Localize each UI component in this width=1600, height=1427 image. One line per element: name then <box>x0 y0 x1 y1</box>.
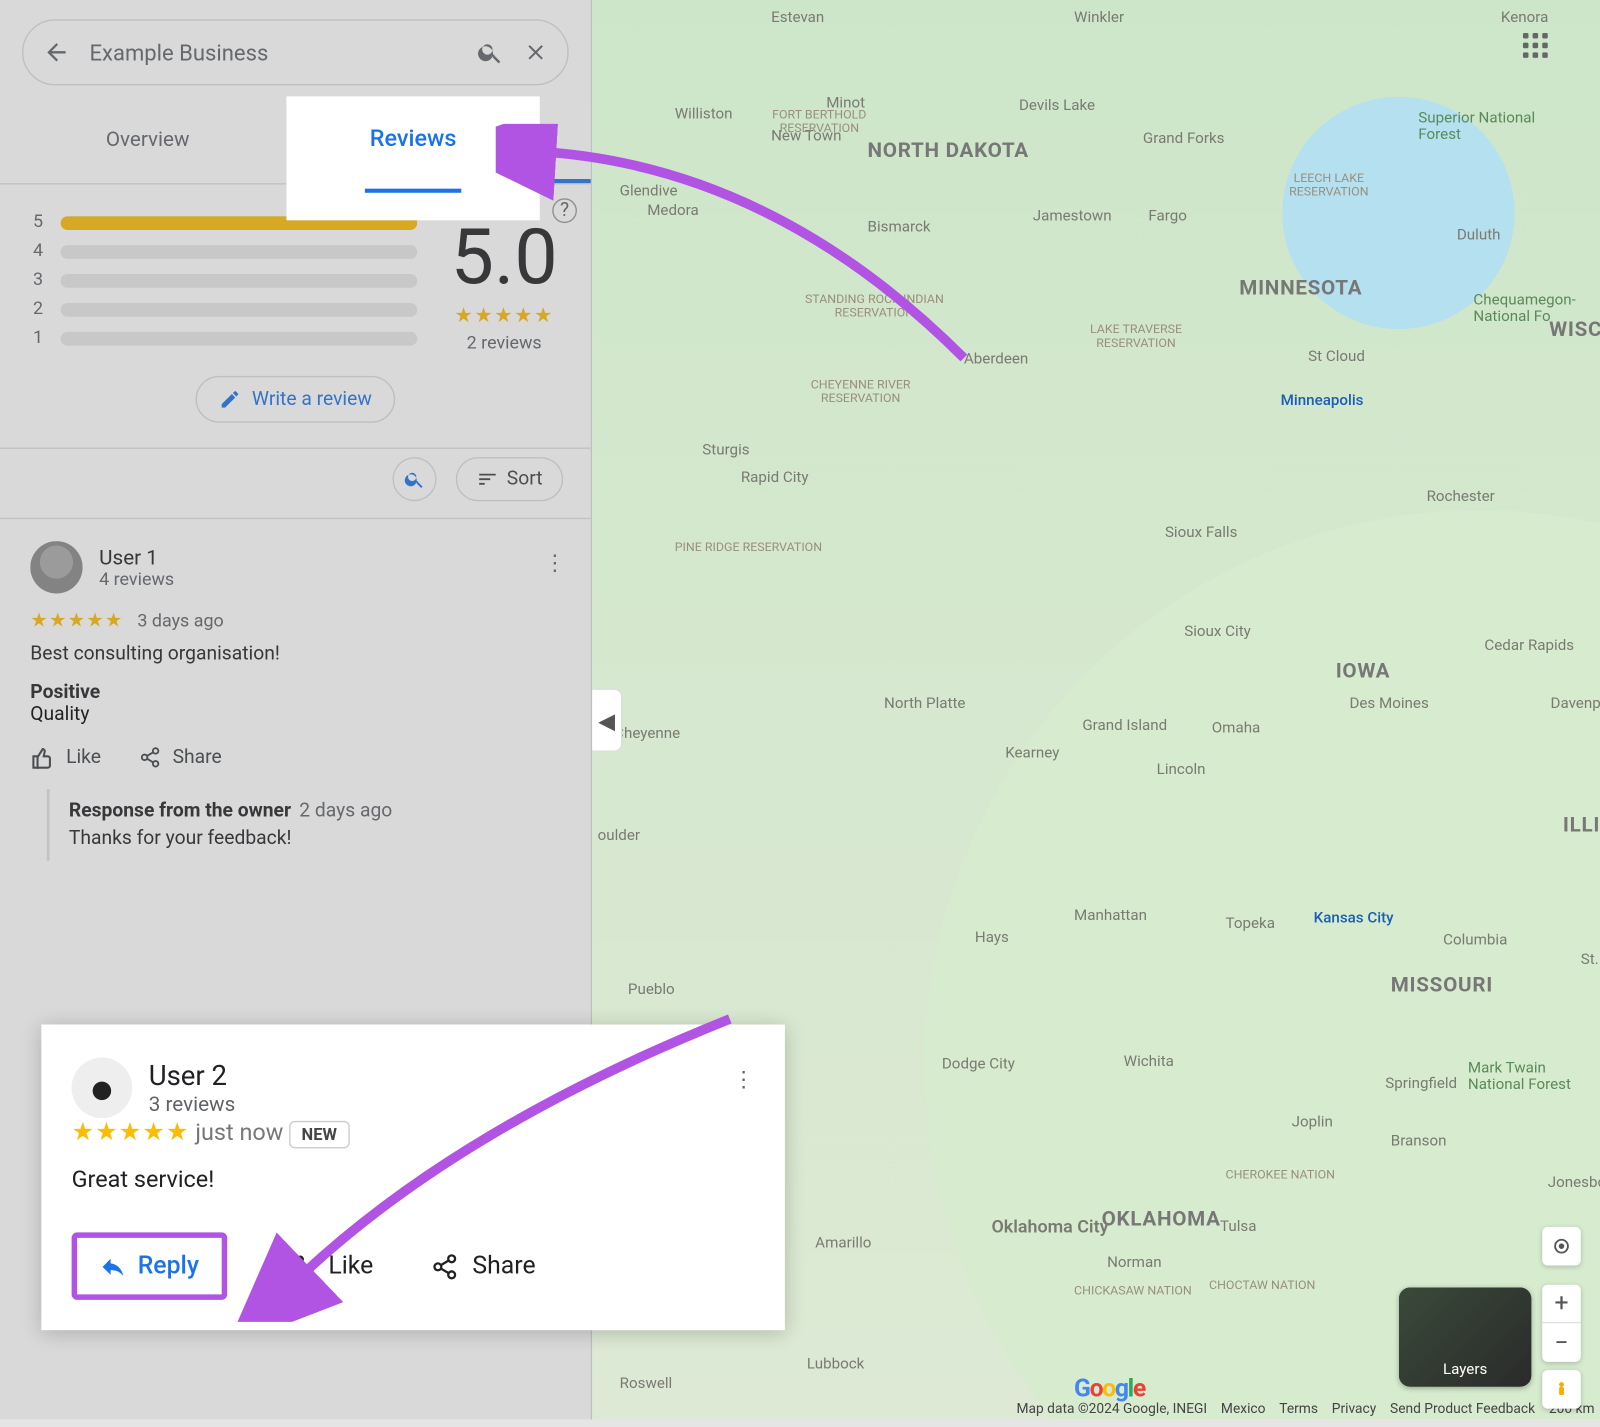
tab-overview[interactable]: Overview <box>0 99 295 183</box>
search-reviews-button[interactable] <box>392 457 436 501</box>
owner-response: Response from the owner2 days ago Thanks… <box>47 789 561 861</box>
rating-score: 5.0 <box>451 212 558 303</box>
search-input[interactable]: Example Business <box>90 39 458 65</box>
map-footer: Map data ©2024 Google, INEGI Mexico Term… <box>1017 1402 1595 1417</box>
google-logo: Google <box>1074 1374 1145 1403</box>
pegman-button[interactable] <box>1542 1370 1581 1409</box>
review-text: Best consulting organisation! <box>30 643 560 665</box>
highlight-review-card: User 2 3 reviews ⋮ ★★★★★ just now NEW Gr… <box>41 1024 785 1330</box>
reviewer-sub: 3 reviews <box>149 1092 236 1117</box>
search-icon[interactable] <box>476 39 504 67</box>
new-badge: NEW <box>289 1121 349 1149</box>
sort-button[interactable]: Sort <box>456 457 563 501</box>
kebab-icon[interactable]: ⋮ <box>544 549 566 575</box>
avatar[interactable] <box>72 1058 133 1119</box>
star-icon: ★★★★★ <box>72 1118 190 1147</box>
rating-stars: ★★★★★ <box>451 303 558 328</box>
avatar[interactable] <box>30 541 82 593</box>
write-review-button[interactable]: Write a review <box>195 376 395 423</box>
close-icon[interactable] <box>523 40 548 65</box>
layers-button[interactable]: Layers <box>1399 1287 1531 1386</box>
star-icon: ★★★★★ <box>30 610 123 632</box>
share-button[interactable]: Share <box>431 1252 535 1281</box>
help-icon[interactable]: ? <box>552 198 577 223</box>
apps-grid-icon[interactable] <box>1523 33 1548 58</box>
review-item: User 1 4 reviews ⋮ ★★★★★ 3 days ago Best… <box>0 519 591 883</box>
kebab-icon[interactable]: ⋮ <box>733 1066 755 1092</box>
aspect-value: Quality <box>30 704 89 726</box>
my-location-button[interactable] <box>1542 1227 1581 1266</box>
like-button[interactable]: Like <box>30 745 101 770</box>
share-button[interactable]: Share <box>140 745 222 770</box>
like-button[interactable]: Like <box>284 1251 373 1281</box>
zoom-out-button[interactable]: − <box>1542 1323 1581 1362</box>
review-time: 3 days ago <box>137 611 223 632</box>
review-count: 2 reviews <box>451 333 558 354</box>
zoom-controls: + − <box>1542 1285 1581 1362</box>
highlight-reviews-tab: Reviews <box>289 99 537 217</box>
reviewer-name[interactable]: User 2 <box>149 1059 236 1092</box>
search-bar: Example Business <box>22 19 569 85</box>
collapse-panel-button[interactable]: ◀ <box>592 689 622 752</box>
aspect-label: Positive <box>30 682 100 704</box>
zoom-in-button[interactable]: + <box>1542 1285 1581 1324</box>
review-time: just now <box>195 1120 283 1148</box>
reviewer-sub: 4 reviews <box>99 569 174 590</box>
back-icon[interactable] <box>43 39 71 67</box>
review-text: Great service! <box>72 1166 755 1194</box>
reviewer-name[interactable]: User 1 <box>99 545 174 570</box>
reply-button[interactable]: Reply <box>72 1232 227 1299</box>
